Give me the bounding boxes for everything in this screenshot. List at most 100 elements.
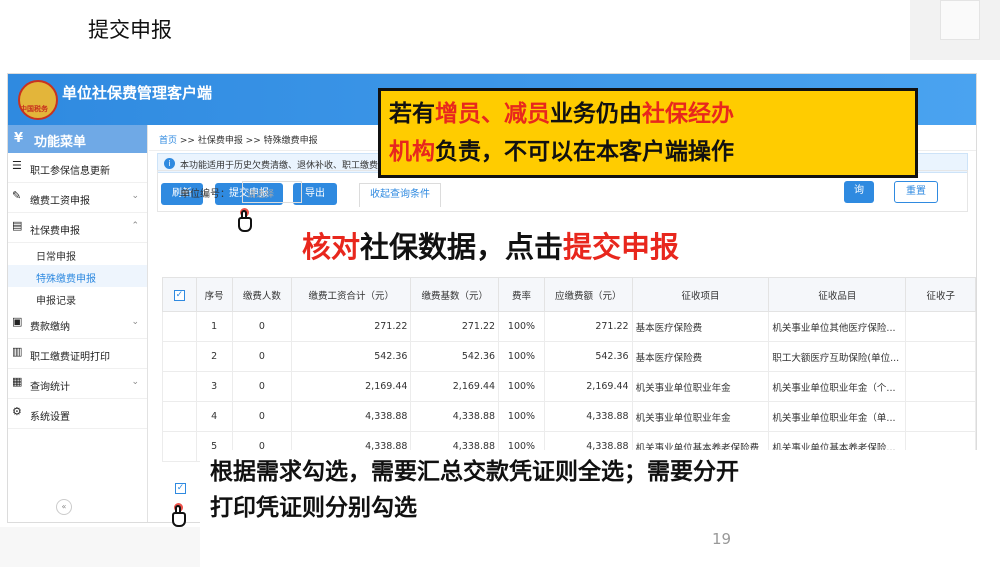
sidebar: ¥ 功能菜单 ☰ 职工参保信息更新 ✎ 缴费工资申报 ⌄ ▤ 社保费申报 ⌃ 日…: [8, 125, 148, 522]
callout-line: 根据需求勾选，需要汇总交款凭证则全选；需要分开: [210, 459, 739, 485]
gear-icon: ⚙: [12, 405, 22, 418]
row-select-cell[interactable]: [162, 341, 197, 372]
payment-icon: ▣: [12, 315, 23, 328]
sidebar-subitem-records[interactable]: 申报记录: [8, 287, 147, 309]
callout-staff-change-note: 若有增员、减员业务仍由社保经办 机构负责，不可以在本客户端操作: [378, 88, 918, 178]
column-header: 费率: [498, 277, 545, 312]
callout-text: 社保数据，点击: [360, 230, 564, 264]
app-title: 单位社保费管理客户端: [62, 84, 213, 102]
table-cell: 3: [195, 371, 233, 402]
row-checkbox-icon[interactable]: ✓: [175, 483, 186, 494]
sidebar-item-label: 职工参保信息更新: [30, 166, 110, 177]
logo-text: 中国税务: [20, 105, 48, 113]
list-icon: ☰: [12, 159, 22, 172]
column-header: 征收项目: [631, 277, 770, 312]
table-row[interactable]: 2 0 542.36 542.36 100% 542.36 基本医疗保险费 职工…: [162, 341, 976, 372]
sidebar-item-staff-info[interactable]: ☰ 职工参保信息更新: [8, 153, 147, 183]
chevron-up-icon: ⌃: [131, 221, 139, 231]
sidebar-item-label: 社保费申报: [30, 226, 80, 237]
table-cell: 542.36: [543, 341, 633, 372]
chevron-down-icon: ⌄: [131, 377, 139, 387]
unit-id-label: 单位编号：: [180, 189, 230, 200]
table-cell: 100%: [498, 341, 545, 372]
row-select-cell[interactable]: [162, 431, 197, 462]
sidebar-item-insurance-declaration[interactable]: ▤ 社保费申报 ⌃: [8, 213, 147, 243]
reset-button[interactable]: 重置: [894, 181, 938, 203]
sidebar-item-statistics[interactable]: ▦ 查询统计 ⌄: [8, 369, 147, 399]
sidebar-item-payment[interactable]: ▣ 费款缴纳 ⌄: [8, 309, 147, 339]
callout-text: 业务仍由: [550, 101, 642, 127]
collapse-sidebar-icon[interactable]: «: [56, 499, 72, 515]
sidebar-item-certificate-print[interactable]: ▥ 职工缴费证明打印: [8, 339, 147, 369]
table-cell: [905, 371, 976, 402]
chart-icon: ▦: [12, 375, 23, 388]
table-cell: 2,169.44: [291, 371, 412, 402]
table-cell: 271.22: [291, 311, 412, 342]
sidebar-item-label: 缴费工资申报: [30, 196, 90, 207]
column-header: 应缴费额（元）: [543, 277, 633, 312]
table-cell: 基本医疗保险费: [631, 341, 770, 372]
breadcrumb-path: >> 社保费申报 >> 特殊缴费申报: [177, 136, 318, 146]
sidebar-item-label: 费款缴纳: [30, 322, 70, 333]
column-header: 缴费工资合计（元）: [291, 277, 412, 312]
print-icon: ▥: [12, 345, 23, 358]
chevron-down-icon: ⌄: [131, 317, 139, 327]
table-cell: 2: [195, 341, 233, 372]
document-icon: ▤: [12, 219, 23, 232]
query-button[interactable]: 询: [844, 181, 874, 203]
column-header: 缴费基数（元）: [410, 277, 500, 312]
table-cell: [905, 341, 976, 372]
row-select-cell[interactable]: [162, 371, 197, 402]
sidebar-subitem-daily[interactable]: 日常申报: [8, 243, 147, 265]
table-cell: 机关事业单位职业年金: [631, 371, 770, 402]
sidebar-subitem-special[interactable]: 特殊缴费申报: [8, 265, 147, 287]
table-cell: [905, 401, 976, 432]
menu-header-label: 功能菜单: [34, 135, 87, 150]
checkbox-icon[interactable]: ✓: [173, 289, 185, 301]
table-cell: 基本医疗保险费: [631, 311, 770, 342]
unit-id-select[interactable]: 请选择: [242, 181, 302, 203]
table-cell: 0: [231, 311, 293, 342]
table-cell: 1: [195, 311, 233, 342]
table-cell: 271.22: [543, 311, 633, 342]
table-cell: 542.36: [291, 341, 412, 372]
table-cell: 机关事业单位其他医疗保险...: [768, 311, 907, 342]
table-row[interactable]: 1 0 271.22 271.22 100% 271.22 基本医疗保险费 机关…: [162, 311, 976, 342]
column-header: 征收子: [905, 277, 976, 312]
table-cell: 机关事业单位职业年金: [631, 401, 770, 432]
table-cell: 职工大额医疗互助保险(单位...: [768, 341, 907, 372]
slide-decoration-bottom: [0, 527, 200, 567]
callout-line: 若有增员、减员业务仍由社保经办: [389, 95, 907, 133]
table-cell: 100%: [498, 311, 545, 342]
callout-selection-note: 根据需求勾选，需要汇总交款凭证则全选；需要分开 打印凭证则分别勾选: [200, 450, 990, 532]
page-number: 19: [712, 530, 732, 548]
sidebar-item-wage-declaration[interactable]: ✎ 缴费工资申报 ⌄: [8, 183, 147, 213]
row-select-cell[interactable]: [162, 401, 197, 432]
table-cell: 4,338.88: [410, 401, 500, 432]
table-cell: 机关事业单位职业年金（个...: [768, 371, 907, 402]
tax-emblem-icon: [18, 80, 58, 120]
column-header: 征收品目: [768, 277, 907, 312]
callout-line: 机构负责，不可以在本客户端操作: [389, 133, 907, 171]
table-cell: 0: [231, 341, 293, 372]
table-cell: 4: [195, 401, 233, 432]
callout-emphasis: 社保经办: [642, 101, 734, 127]
callout-emphasis: 提交申报: [563, 230, 680, 264]
table-row[interactable]: 4 0 4,338.88 4,338.88 100% 4,338.88 机关事业…: [162, 401, 976, 432]
select-all-cell[interactable]: ✓: [162, 277, 197, 312]
table-cell: 542.36: [410, 341, 500, 372]
row-select-cell[interactable]: [162, 311, 197, 342]
table-row[interactable]: 3 0 2,169.44 2,169.44 100% 2,169.44 机关事业…: [162, 371, 976, 402]
sidebar-item-settings[interactable]: ⚙ 系统设置: [8, 399, 147, 429]
table-cell: 4,338.88: [291, 401, 412, 432]
menu-header: ¥ 功能菜单: [8, 125, 147, 153]
table-cell: 271.22: [410, 311, 500, 342]
callout-emphasis: 增员、减员: [435, 101, 550, 127]
table-cell: 2,169.44: [410, 371, 500, 402]
breadcrumb-home[interactable]: 首页: [159, 136, 177, 146]
table-cell: 100%: [498, 401, 545, 432]
table-cell: [905, 311, 976, 342]
callout-line: 打印凭证则分别勾选: [210, 495, 417, 521]
column-header: 缴费人数: [231, 277, 293, 312]
callout-text: 若有: [389, 101, 435, 127]
